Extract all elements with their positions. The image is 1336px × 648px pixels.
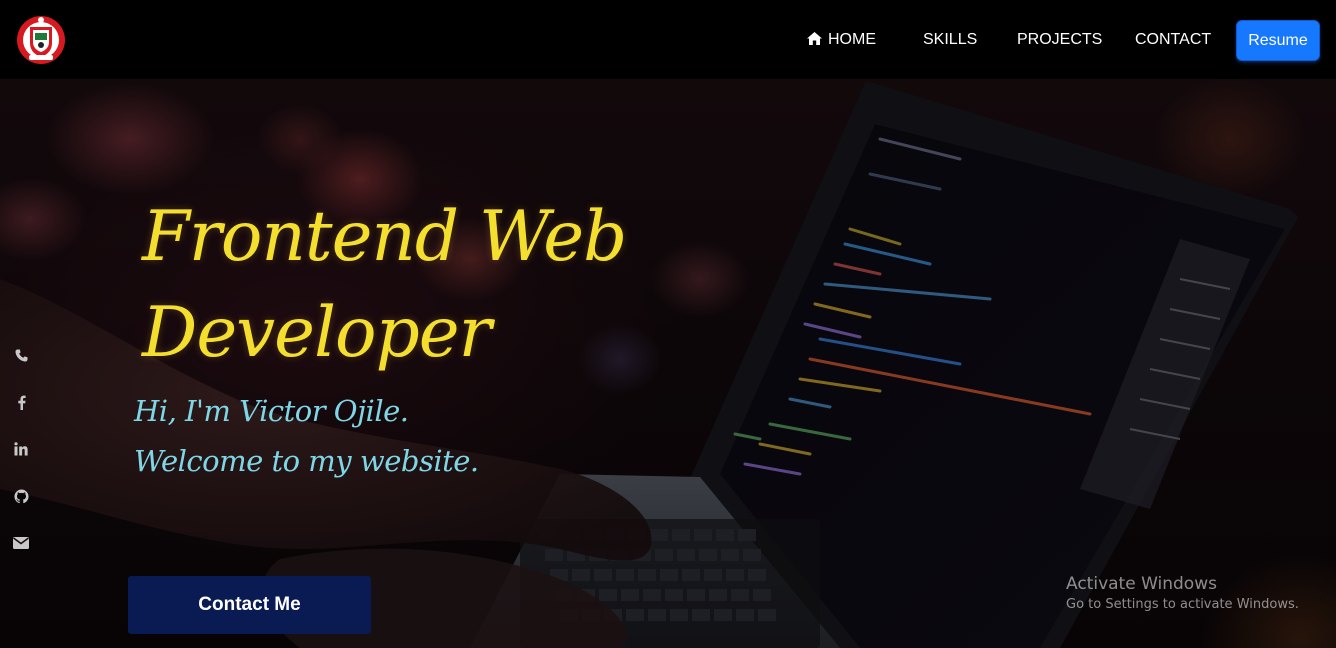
headline-line-2: Developer <box>142 293 492 373</box>
hero-headline: Frontend Web Developer <box>142 189 662 381</box>
hero-section: Frontend Web Developer Hi, I'm Victor Oj… <box>0 79 1336 648</box>
headline-line-1: Frontend Web <box>142 197 627 277</box>
contact-me-button[interactable]: Contact Me <box>128 576 371 634</box>
envelope-icon[interactable] <box>10 532 32 554</box>
resume-button[interactable]: Resume <box>1237 21 1319 60</box>
hero-greeting: Hi, I'm Victor Ojile. Welcome to my webs… <box>134 386 479 486</box>
nav-contact[interactable]: CONTACT <box>1135 31 1211 49</box>
navbar: HOME SKILLS PROJECTS CONTACT Resume <box>0 0 1336 79</box>
greeting-line-2: Welcome to my website. <box>134 444 479 478</box>
nav-projects[interactable]: PROJECTS <box>1017 31 1102 49</box>
watermark-title: Activate Windows <box>1066 574 1217 594</box>
nav-home[interactable]: HOME <box>807 31 876 49</box>
activate-windows-watermark: Activate Windows Go to Settings to activ… <box>1066 573 1299 615</box>
nav-links: HOME SKILLS PROJECTS CONTACT <box>0 0 1336 79</box>
linkedin-icon[interactable] <box>10 438 32 460</box>
watermark-subtitle: Go to Settings to activate Windows. <box>1066 597 1299 612</box>
facebook-icon[interactable] <box>10 391 32 413</box>
home-icon <box>807 32 822 45</box>
nav-home-label: HOME <box>828 31 876 48</box>
greeting-line-1: Hi, I'm Victor Ojile. <box>134 394 409 428</box>
nav-skills[interactable]: SKILLS <box>923 31 977 49</box>
phone-icon[interactable] <box>10 344 32 366</box>
github-icon[interactable] <box>10 485 32 507</box>
portfolio-page: HOME SKILLS PROJECTS CONTACT Resume Fron… <box>0 0 1336 648</box>
